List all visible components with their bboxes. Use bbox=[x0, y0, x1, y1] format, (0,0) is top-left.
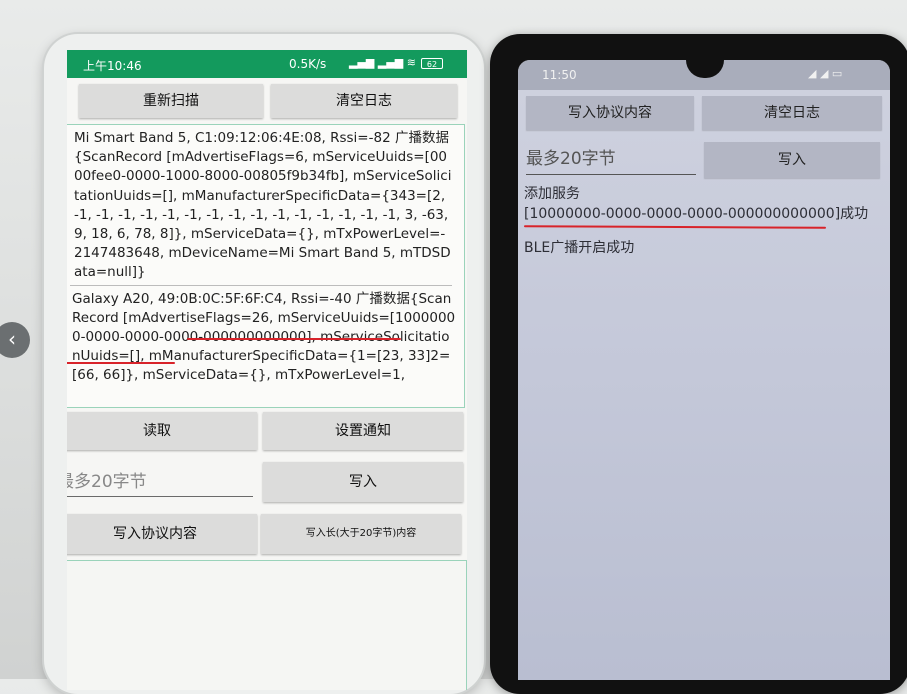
write-protocol-button[interactable]: 写入协议内容 bbox=[67, 514, 257, 554]
highlight-underline bbox=[187, 338, 401, 340]
scan-log: Mi Smart Band 5, C1:09:12:06:4E:08, Rssi… bbox=[67, 124, 465, 408]
status-bar: 上午10:46 0.5K/s ▂▄▆ ▂▄▆ ≋ 62 bbox=[67, 50, 467, 78]
write-input[interactable]: 最多20字节 bbox=[67, 468, 253, 497]
write-input[interactable]: 最多20字节 bbox=[526, 148, 696, 175]
write-protocol-button[interactable]: 写入协议内容 bbox=[526, 96, 694, 130]
highlight-underline bbox=[67, 362, 175, 364]
battery-icon: 62 bbox=[421, 58, 443, 69]
previous-arrow-icon[interactable]: ‹ bbox=[0, 322, 30, 358]
set-notify-button[interactable]: 设置通知 bbox=[263, 412, 463, 450]
left-phone-screen: 上午10:46 0.5K/s ▂▄▆ ▂▄▆ ≋ 62 重新扫描 清空日志 Mi… bbox=[67, 50, 467, 690]
write-long-button[interactable]: 写入长(大于20字节)内容 bbox=[261, 514, 461, 554]
status-network-speed: 0.5K/s bbox=[289, 57, 327, 71]
right-phone-screen: 11:50 ◢ ◢ ▭ 写入协议内容 清空日志 最多20字节 写入 添加服务 [… bbox=[518, 60, 890, 680]
status-time: 上午10:46 bbox=[83, 59, 142, 73]
clear-log-button[interactable]: 清空日志 bbox=[702, 96, 882, 130]
rescan-button[interactable]: 重新扫描 bbox=[79, 84, 263, 118]
log-item: Galaxy A20, 49:0B:0C:5F:6F:C4, Rssi=-40 … bbox=[72, 290, 456, 384]
response-box bbox=[67, 560, 467, 690]
signal-icon: ◢ ◢ ▭ bbox=[808, 67, 843, 80]
clear-log-button[interactable]: 清空日志 bbox=[271, 84, 457, 118]
status-time: 11:50 bbox=[542, 68, 577, 82]
log-item: Mi Smart Band 5, C1:09:12:06:4E:08, Rssi… bbox=[70, 125, 452, 286]
highlight-underline bbox=[523, 225, 827, 229]
read-button[interactable]: 读取 bbox=[67, 412, 257, 450]
signal-icon: ▂▄▆ ▂▄▆ ≋ bbox=[349, 56, 416, 69]
log-item: 添加服务 bbox=[524, 186, 580, 202]
write-button[interactable]: 写入 bbox=[263, 462, 463, 502]
log-item: BLE广播开启成功 bbox=[524, 240, 635, 256]
write-button[interactable]: 写入 bbox=[704, 142, 880, 178]
log-item: [10000000-0000-0000-0000-000000000000]成功 bbox=[524, 206, 869, 222]
